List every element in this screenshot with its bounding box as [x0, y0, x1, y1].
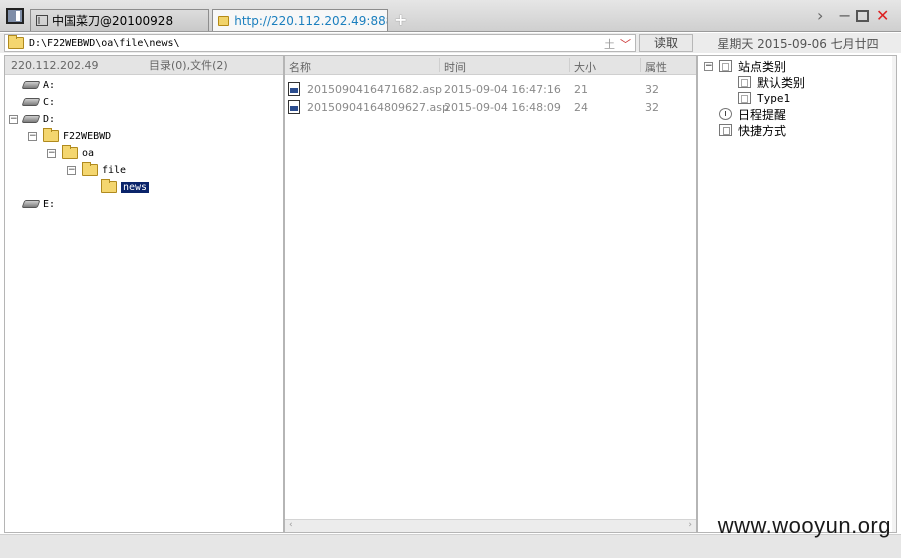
- title-bar: 中国菜刀@20100928 http://220.112.202.49:8888…: [0, 0, 901, 32]
- collapse-toggle[interactable]: −: [704, 62, 713, 71]
- folder-icon: [43, 128, 59, 142]
- column-header-size[interactable]: 大小: [574, 59, 596, 75]
- collapse-toggle[interactable]: −: [67, 166, 76, 175]
- address-row: D:\F22WEBWD\oa\file\news\ 土 ﹀ 读取 星期天 201…: [0, 33, 901, 53]
- file-attr: 32: [645, 101, 659, 114]
- file-row[interactable]: 2015090416471682.asp 2015-09-04 16:47:16…: [285, 80, 696, 98]
- tree-item-label: D:: [43, 113, 56, 125]
- category-label: 默认类别: [757, 75, 806, 90]
- folder-icon: [8, 35, 24, 49]
- tab-label: 中国菜刀@20100928: [52, 14, 174, 28]
- category-label: 站点类别: [738, 59, 787, 74]
- folder-icon: [218, 15, 230, 26]
- drive-icon: [21, 98, 41, 106]
- category-root[interactable]: 站点类别: [719, 58, 786, 74]
- date-label: 星期天 2015-09-06 七月廿四: [717, 37, 879, 51]
- tree-item-label: news: [121, 181, 150, 193]
- folder-icon: [82, 162, 98, 176]
- column-header-attr[interactable]: 属性: [645, 59, 667, 75]
- tree-item-label: F22WEBWD: [63, 130, 112, 142]
- category-default[interactable]: 默认类别: [738, 74, 805, 90]
- schedule-reminder[interactable]: 日程提醒: [719, 106, 786, 122]
- file-attr: 32: [645, 83, 659, 96]
- category-type1[interactable]: Type1: [738, 90, 790, 106]
- shortcuts[interactable]: 快捷方式: [719, 122, 786, 138]
- document-icon: [36, 15, 48, 26]
- chevron-down-icon[interactable]: ﹀: [620, 36, 631, 52]
- tree-item-f22webwd[interactable]: F22WEBWD: [43, 128, 111, 144]
- tab-chopper[interactable]: 中国菜刀@20100928: [30, 9, 209, 31]
- close-button[interactable]: ✕: [876, 7, 889, 25]
- tree-header: 220.112.202.49 目录(0),文件(2): [5, 56, 283, 75]
- site-category-panel: − 站点类别 默认类别 Type1 日程提醒 快捷方式: [697, 55, 897, 533]
- collapse-toggle[interactable]: −: [28, 132, 37, 141]
- folder-icon: [62, 145, 78, 159]
- app-window-icon[interactable]: [6, 8, 24, 24]
- schedule-label: 日程提醒: [738, 107, 787, 122]
- file-list-header: 名称 时间 大小 属性: [285, 56, 696, 75]
- asp-file-icon: [288, 100, 300, 114]
- file-time: 2015-09-04 16:47:16: [444, 83, 561, 96]
- site-category-icon: [719, 60, 732, 72]
- tree-item-file[interactable]: file: [82, 162, 126, 178]
- clock-icon: [719, 108, 732, 120]
- tree-item-oa[interactable]: oa: [62, 145, 94, 161]
- maximize-button[interactable]: [856, 10, 869, 22]
- path-input[interactable]: D:\F22WEBWD\oa\file\news\ 土 ﹀: [4, 34, 636, 52]
- collapse-toggle[interactable]: −: [9, 115, 18, 124]
- scroll-right-icon[interactable]: ›: [688, 520, 692, 530]
- minimize-button[interactable]: −: [838, 7, 851, 25]
- read-button[interactable]: 读取: [639, 34, 693, 52]
- server-ip: 220.112.202.49: [11, 58, 99, 72]
- tree-item-label: file: [102, 164, 127, 176]
- chevron-right-icon[interactable]: ›: [817, 7, 823, 25]
- document-icon: [738, 76, 751, 88]
- file-row[interactable]: 20150904164809627.asp 2015-09-04 16:48:0…: [285, 98, 696, 116]
- tree-item-drive-c[interactable]: C:: [21, 94, 56, 110]
- document-icon: [738, 92, 751, 104]
- tree-item-news[interactable]: news: [101, 179, 150, 195]
- shortcuts-label: 快捷方式: [738, 123, 787, 138]
- tree-item-drive-e[interactable]: E:: [21, 196, 56, 212]
- path-extra-glyph: 土: [604, 38, 615, 51]
- tree-item-label: E:: [43, 198, 56, 210]
- watermark-text: www.wooyun.org: [717, 513, 891, 538]
- asp-file-icon: [288, 82, 300, 96]
- drive-icon: [21, 200, 41, 208]
- new-tab-button[interactable]: +: [394, 10, 407, 29]
- column-header-time[interactable]: 时间: [444, 59, 466, 75]
- tree-item-label: C:: [43, 96, 56, 108]
- column-header-name[interactable]: 名称: [289, 59, 311, 75]
- file-list-panel: 名称 时间 大小 属性 2015090416471682.asp 2015-09…: [284, 55, 697, 533]
- dir-file-count: 目录(0),文件(2): [149, 59, 228, 72]
- category-label: Type1: [757, 91, 791, 105]
- tree-item-drive-a[interactable]: A:: [21, 77, 56, 93]
- folder-icon: [101, 179, 117, 193]
- tree-item-label: A:: [43, 79, 56, 91]
- file-size: 24: [574, 101, 588, 114]
- drive-icon: [21, 81, 41, 89]
- tab-site-url[interactable]: http://220.112.202.49:8888/...: [212, 9, 388, 31]
- directory-tree-panel: 220.112.202.49 目录(0),文件(2) A: C: − D: − …: [4, 55, 284, 533]
- shortcut-icon: [719, 124, 732, 136]
- path-text: D:\F22WEBWD\oa\file\news\: [29, 37, 180, 49]
- file-name: 20150904164809627.asp: [307, 101, 449, 114]
- collapse-toggle[interactable]: −: [47, 149, 56, 158]
- file-size: 21: [574, 83, 588, 96]
- tree-item-label: oa: [82, 147, 95, 159]
- vertical-scrollbar[interactable]: [892, 56, 896, 532]
- file-name: 2015090416471682.asp: [307, 83, 442, 96]
- tree-item-drive-d[interactable]: D:: [21, 111, 56, 127]
- horizontal-scrollbar[interactable]: ‹ ›: [285, 519, 696, 532]
- scroll-left-icon[interactable]: ‹: [289, 520, 293, 530]
- file-time: 2015-09-04 16:48:09: [444, 101, 561, 114]
- tab-label: http://220.112.202.49:8888/...: [234, 13, 387, 28]
- drive-icon: [21, 115, 41, 123]
